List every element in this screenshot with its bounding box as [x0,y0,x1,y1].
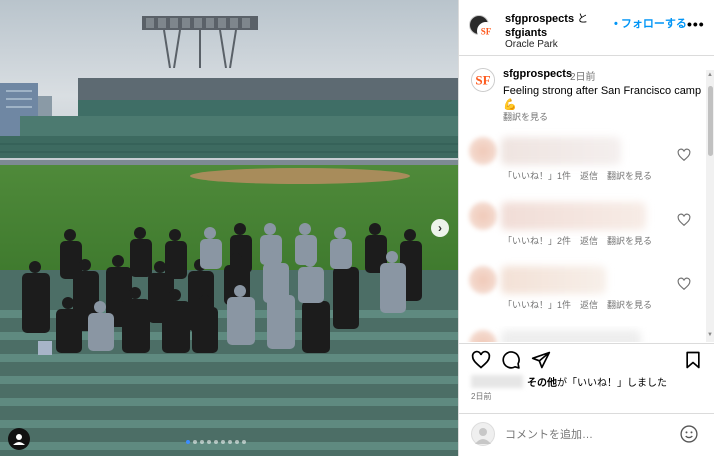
post-authors: sfgprospects と sfgiants [505,12,588,40]
comment-item: 「いいね！」2件 返信 翻訳を見る [459,198,705,258]
comment-translate[interactable]: 翻訳を見る [607,234,652,247]
carousel-dot[interactable] [228,440,232,444]
heart-icon[interactable] [471,350,491,370]
blurred-comment [501,330,641,342]
comment-meta: 「いいね！」2件 返信 翻訳を見る [503,234,652,247]
likes-summary: その他 が「いいね！」しました [471,374,667,389]
share-icon[interactable] [531,350,551,370]
svg-text:SF: SF [475,73,490,88]
scroll-down-icon[interactable]: ▼ [707,332,713,338]
next-photo-chevron-right-icon[interactable]: › [431,219,449,237]
carousel-dot[interactable] [193,440,197,444]
bookmark-icon[interactable] [683,350,703,370]
comment-translate[interactable]: 翻訳を見る [607,169,652,182]
comment-reply[interactable]: 返信 [580,298,598,311]
caption-text: Feeling strong after San Francisco camp … [503,84,703,112]
post-header: SF sfgprospects と sfgiants Oracle Park •… [459,0,714,56]
more-options-icon[interactable]: ••• [687,16,705,32]
comment-heart-icon[interactable] [677,148,691,162]
svg-text:SF: SF [481,27,492,37]
comment-likes[interactable]: 「いいね！」1件 [503,169,571,182]
carousel-dot[interactable] [207,440,211,444]
light-tower [142,16,258,68]
blurred-avatar [469,330,497,342]
blurred-avatar [469,137,497,165]
follow-button[interactable]: • フォローする [614,15,687,31]
scroll-up-icon[interactable]: ▲ [707,72,713,78]
post-actions [459,343,714,373]
carousel-dot[interactable] [242,440,246,444]
carousel-dot[interactable] [186,440,190,444]
author-conjunction: と [577,13,589,25]
infield-dirt [190,168,410,184]
likes-suffix: が「いいね！」しました [557,378,667,389]
blurred-comment [501,137,621,165]
comment-meta: 「いいね！」1件 返信 翻訳を見る [503,169,652,182]
caption-translate-link[interactable]: 翻訳を見る [503,110,548,123]
blurred-avatar [469,202,497,230]
comment-item: 「いいね！」1件 返信 翻訳を見る [459,133,705,193]
comment-item [459,326,705,342]
comment-heart-icon[interactable] [677,277,691,291]
carousel-dot[interactable] [214,440,218,444]
post-date: 2日前 [471,392,492,401]
instagram-post-modal: › SF sfgprospects と sfgiants Oracle Park… [0,0,714,456]
caption-time: 2日前 [570,72,596,83]
scrollbar-thumb[interactable] [708,86,713,156]
comment-icon[interactable] [501,350,521,370]
location-link[interactable]: Oracle Park [505,39,558,50]
blurred-comment [501,266,606,294]
emoji-icon[interactable] [679,424,699,444]
carousel-dot[interactable] [200,440,204,444]
current-user-avatar [471,422,495,446]
sf-giants-logo-avatar[interactable]: SF [477,22,495,40]
comment-input[interactable] [505,426,665,444]
comment-likes[interactable]: 「いいね！」1件 [503,298,571,311]
comment-item: 「いいね！」1件 返信 翻訳を見る [459,262,705,322]
blurred-liker[interactable] [471,375,523,388]
post-photo[interactable]: › [0,0,458,456]
comment-reply[interactable]: 返信 [580,169,598,182]
carousel-dot[interactable] [235,440,239,444]
team-group [22,223,422,355]
comment-heart-icon[interactable] [677,213,691,227]
follow-label: フォローする [620,18,687,30]
likes-others-link[interactable]: その他 [527,374,557,389]
carousel-dot[interactable] [221,440,225,444]
comment-meta: 「いいね！」1件 返信 翻訳を見る [503,298,652,311]
blurred-avatar [469,266,497,294]
caption-body: Feeling strong after San Francisco camp [503,85,702,97]
comment-translate[interactable]: 翻訳を見る [607,298,652,311]
add-comment-bar [459,413,714,456]
carousel-dots [186,440,246,444]
user-tag-icon[interactable] [8,428,30,450]
comment-likes[interactable]: 「いいね！」2件 [503,234,571,247]
stadium-skyline [0,78,458,158]
comment-reply[interactable]: 返信 [580,234,598,247]
caption-username[interactable]: sfgprospects [503,68,572,80]
author2-link[interactable]: sfgiants [505,27,547,39]
post-side-panel: SF sfgprospects と sfgiants Oracle Park •… [458,0,714,456]
blurred-comment [501,202,646,230]
author1-link[interactable]: sfgprospects [505,13,574,25]
caption-avatar[interactable]: SF [471,68,495,92]
